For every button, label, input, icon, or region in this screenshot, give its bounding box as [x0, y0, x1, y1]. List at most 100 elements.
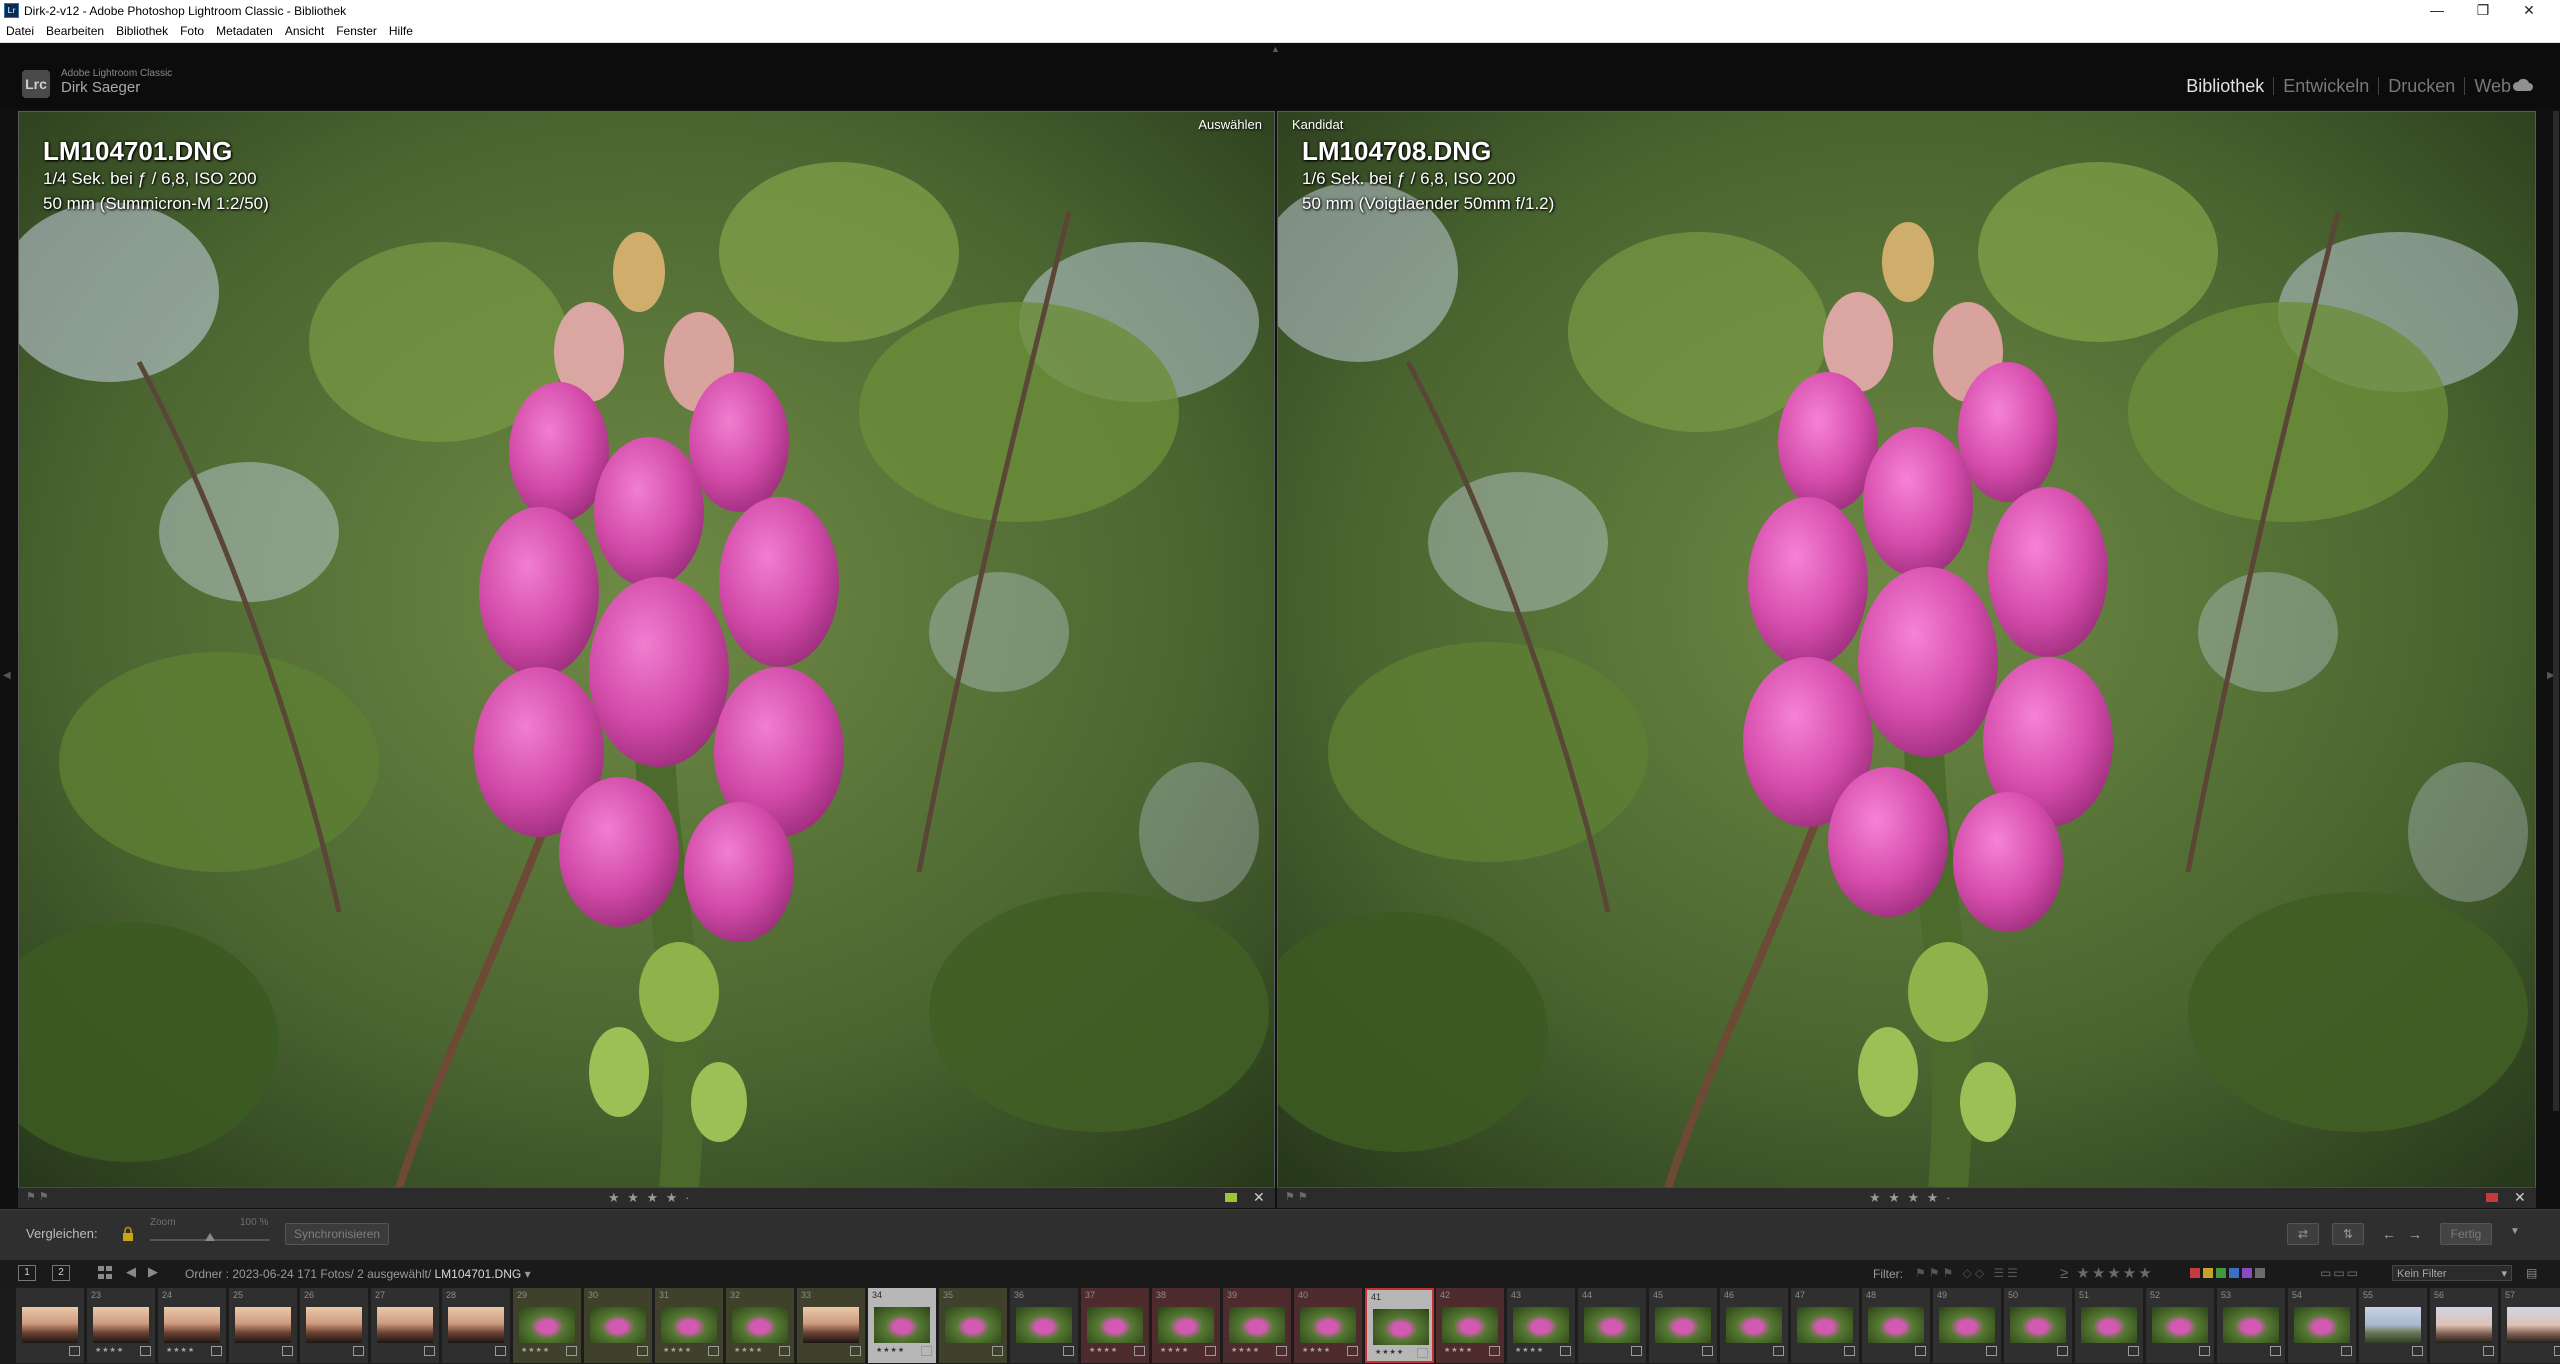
- filmstrip-cell[interactable]: 45: [1649, 1288, 1718, 1363]
- thumbnail-image[interactable]: [945, 1307, 1001, 1343]
- thumbnail-image[interactable]: [874, 1307, 930, 1343]
- filmstrip-cell[interactable]: 40 ★★★★: [1294, 1288, 1363, 1363]
- top-panel-toggle-icon[interactable]: ▲: [1271, 44, 1280, 54]
- filmstrip-cell[interactable]: 43 ★★★★: [1507, 1288, 1576, 1363]
- thumbnail-image[interactable]: [803, 1307, 859, 1343]
- thumbnail-image[interactable]: [2436, 1307, 2492, 1343]
- menu-bearbeiten[interactable]: Bearbeiten: [40, 21, 110, 38]
- filmstrip-cell[interactable]: 25: [229, 1288, 298, 1363]
- filmstrip-cell[interactable]: 50: [2004, 1288, 2073, 1363]
- blue-filter-chip[interactable]: [2229, 1268, 2239, 1278]
- filmstrip[interactable]: 23 ★★★★ 24 ★★★★ 25 26 27 28 29 ★★★★ 30 31 ★★★★ 32 ★★★★…: [0, 1287, 2560, 1364]
- source-dropdown-icon[interactable]: ▾: [525, 1267, 531, 1281]
- thumbnail-image[interactable]: [2365, 1307, 2421, 1343]
- secondary-window-button[interactable]: 2: [52, 1265, 70, 1281]
- thumbnail-image[interactable]: [235, 1307, 291, 1343]
- remove-select-icon[interactable]: ✕: [1253, 1189, 1265, 1206]
- thumbnail-image[interactable]: [1087, 1307, 1143, 1343]
- thumbnail-image[interactable]: [93, 1307, 149, 1343]
- thumbnail-image[interactable]: [1868, 1307, 1924, 1343]
- thumbnail-image[interactable]: [732, 1307, 788, 1343]
- thumbnail-image[interactable]: [661, 1307, 717, 1343]
- thumbnail-image[interactable]: [164, 1307, 220, 1343]
- menu-bibliothek[interactable]: Bibliothek: [110, 21, 174, 38]
- left-panel-toggle-icon[interactable]: ◀: [3, 670, 11, 681]
- menu-datei[interactable]: Datei: [0, 21, 40, 38]
- thumbnail-image[interactable]: [1300, 1307, 1356, 1343]
- swap-icon[interactable]: ⇄: [2287, 1223, 2319, 1245]
- thumbnail-image[interactable]: [1373, 1309, 1429, 1345]
- grid-view-icon[interactable]: [98, 1266, 112, 1279]
- vertical-scrollbar[interactable]: [2553, 111, 2559, 1111]
- rating-filter-stars[interactable]: ≥ ★★★★★: [2060, 1264, 2154, 1282]
- purple-filter-chip[interactable]: [2242, 1268, 2252, 1278]
- thumbnail-image[interactable]: [1513, 1307, 1569, 1343]
- filmstrip-cell[interactable]: 33: [797, 1288, 866, 1363]
- filmstrip-cell[interactable]: 32 ★★★★: [726, 1288, 795, 1363]
- filmstrip-cell[interactable]: 35: [939, 1288, 1008, 1363]
- filmstrip-cell[interactable]: 30: [584, 1288, 653, 1363]
- thumbnail-image[interactable]: [1584, 1307, 1640, 1343]
- lock-icon[interactable]: [122, 1226, 134, 1242]
- filmstrip-cell[interactable]: 47: [1791, 1288, 1860, 1363]
- main-window-button[interactable]: 1: [18, 1265, 36, 1281]
- filmstrip-cell[interactable]: 38 ★★★★: [1152, 1288, 1221, 1363]
- red-filter-chip[interactable]: [2190, 1268, 2200, 1278]
- toolbar-options-icon[interactable]: ▼: [2510, 1226, 2520, 1237]
- green-filter-chip[interactable]: [2216, 1268, 2226, 1278]
- thumbnail-image[interactable]: [1726, 1307, 1782, 1343]
- compare-candidate-panel[interactable]: LM104708.DNG 1/6 Sek. bei ƒ / 6,8, ISO 2…: [1277, 111, 2536, 1189]
- thumbnail-image[interactable]: [377, 1307, 433, 1343]
- filmstrip-cell[interactable]: 24 ★★★★: [158, 1288, 227, 1363]
- filmstrip-cell[interactable]: [16, 1288, 85, 1363]
- thumbnail-image[interactable]: [2223, 1307, 2279, 1343]
- filmstrip-cell[interactable]: 44: [1578, 1288, 1647, 1363]
- filmstrip-cell[interactable]: 55: [2359, 1288, 2428, 1363]
- thumbnail-image[interactable]: [1939, 1307, 1995, 1343]
- candidate-rating[interactable]: ★ ★ ★ ★ ·: [1869, 1190, 1952, 1206]
- flag-icons[interactable]: ⚑ ⚑: [26, 1190, 49, 1203]
- filter-kind-icons[interactable]: ▭▭▭: [2320, 1266, 2360, 1280]
- menu-metadaten[interactable]: Metadaten: [210, 21, 279, 38]
- thumbnail-image[interactable]: [2010, 1307, 2066, 1343]
- menu-fenster[interactable]: Fenster: [330, 21, 383, 38]
- module-drucken[interactable]: Drucken: [2379, 77, 2466, 95]
- thumbnail-image[interactable]: [1016, 1307, 1072, 1343]
- flag-icons[interactable]: ⚑ ⚑: [1285, 1190, 1308, 1203]
- filmstrip-cell[interactable]: 57: [2501, 1288, 2560, 1363]
- thumbnail-image[interactable]: [1797, 1307, 1853, 1343]
- thumbnail-image[interactable]: [590, 1307, 646, 1343]
- thumbnail-image[interactable]: [2081, 1307, 2137, 1343]
- close-window-button[interactable]: ✕: [2506, 0, 2552, 21]
- filmstrip-cell[interactable]: 46: [1720, 1288, 1789, 1363]
- minimize-button[interactable]: —: [2414, 0, 2460, 21]
- filmstrip-cell[interactable]: 31 ★★★★: [655, 1288, 724, 1363]
- filmstrip-cell[interactable]: 27: [371, 1288, 440, 1363]
- filmstrip-cell[interactable]: 52: [2146, 1288, 2215, 1363]
- filmstrip-cell[interactable]: 26: [300, 1288, 369, 1363]
- filter-toggle-icon[interactable]: ▤: [2526, 1266, 2537, 1280]
- filmstrip-cell[interactable]: 34 ★★★★: [868, 1288, 937, 1363]
- grey-filter-chip[interactable]: [2255, 1268, 2265, 1278]
- make-select-icon[interactable]: ⇅: [2332, 1223, 2364, 1245]
- filter-dropdown-icon[interactable]: ▾: [2501, 1266, 2511, 1282]
- filmstrip-cell[interactable]: 51: [2075, 1288, 2144, 1363]
- filmstrip-cell[interactable]: 39 ★★★★: [1223, 1288, 1292, 1363]
- flag-filter-icons[interactable]: ⚑⚑⚑ ◇◇ ☰☰: [1915, 1266, 2021, 1280]
- thumbnail-image[interactable]: [448, 1307, 504, 1343]
- filmstrip-cell[interactable]: 56: [2430, 1288, 2499, 1363]
- menu-hilfe[interactable]: Hilfe: [383, 21, 419, 38]
- thumbnail-image[interactable]: [1442, 1307, 1498, 1343]
- compare-select-panel[interactable]: LM104701.DNG 1/4 Sek. bei ƒ / 6,8, ISO 2…: [18, 111, 1275, 1189]
- filmstrip-cell[interactable]: 28: [442, 1288, 511, 1363]
- filter-preset-dropdown[interactable]: Kein Filter ▾: [2392, 1265, 2512, 1281]
- thumbnail-image[interactable]: [2152, 1307, 2208, 1343]
- filmstrip-cell[interactable]: 23 ★★★★: [87, 1288, 156, 1363]
- yellow-filter-chip[interactable]: [2203, 1268, 2213, 1278]
- filmstrip-cell[interactable]: 37 ★★★★: [1081, 1288, 1150, 1363]
- filmstrip-cell[interactable]: 41 ★★★★: [1365, 1288, 1434, 1363]
- thumbnail-image[interactable]: [1229, 1307, 1285, 1343]
- module-entwickeln[interactable]: Entwickeln: [2274, 77, 2380, 95]
- filmstrip-cell[interactable]: 49: [1933, 1288, 2002, 1363]
- remove-candidate-icon[interactable]: ✕: [2514, 1189, 2526, 1206]
